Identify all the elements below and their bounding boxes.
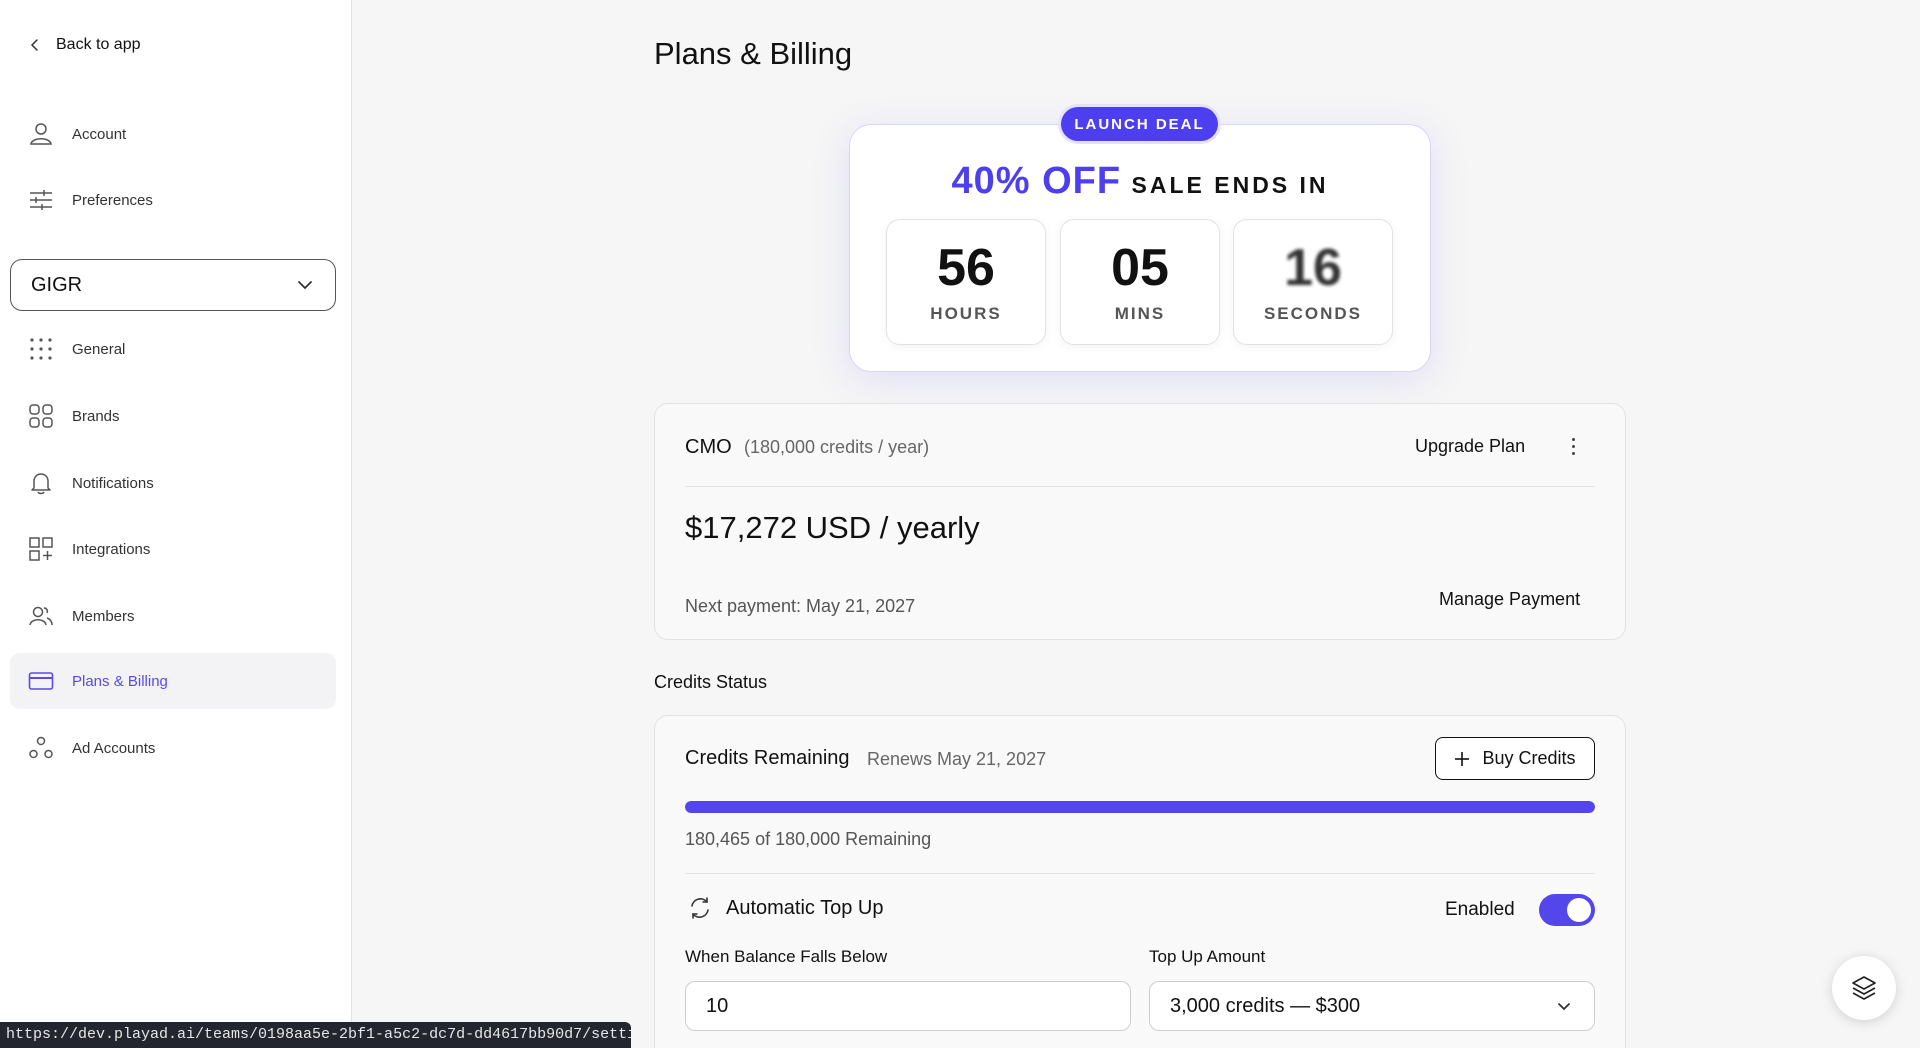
toggle-knob bbox=[1567, 898, 1591, 922]
plus-icon bbox=[1455, 751, 1470, 766]
sidebar-item-members[interactable]: Members bbox=[10, 588, 336, 644]
back-to-app-label: Back to app bbox=[56, 36, 141, 53]
amount-label: Top Up Amount bbox=[1149, 947, 1266, 966]
credits-renew-date: Renews May 21, 2027 bbox=[867, 749, 1047, 769]
credits-status-title: Credits Status bbox=[654, 672, 768, 692]
members-icon bbox=[29, 606, 53, 626]
sidebar-item-plans-billing[interactable]: Plans & Billing bbox=[10, 653, 336, 709]
sidebar-item-label: General bbox=[72, 340, 126, 358]
status-bar-url: https://dev.playad.ai/teams/0198aa5e-2bf… bbox=[0, 1022, 631, 1048]
sidebar-item-preferences[interactable]: Preferences bbox=[10, 172, 336, 228]
sidebar-item-label: Notifications bbox=[72, 474, 154, 492]
sidebar-item-brands[interactable]: Brands bbox=[10, 388, 336, 444]
sidebar-item-label: Ad Accounts bbox=[72, 739, 156, 757]
countdown-seconds: 16 SECONDS bbox=[1233, 219, 1393, 345]
countdown-hours: 56 HOURS bbox=[886, 219, 1046, 345]
credits-remaining-title: Credits Remaining bbox=[685, 747, 850, 769]
threshold-input[interactable]: 10 bbox=[685, 981, 1131, 1031]
integrations-icon bbox=[29, 537, 53, 561]
user-icon bbox=[30, 123, 52, 145]
top-up-amount-select[interactable]: 3,000 credits — $300 bbox=[1149, 981, 1595, 1031]
bell-icon bbox=[31, 473, 51, 495]
chevron-down-icon bbox=[298, 281, 312, 290]
credits-card: Credits Remaining Renews May 21, 2027 Bu… bbox=[654, 715, 1626, 1048]
sidebar-item-label: Account bbox=[72, 125, 127, 143]
sidebar-item-ad-accounts[interactable]: Ad Accounts bbox=[10, 720, 336, 776]
credits-remaining-text: 180,465 of 180,000 Remaining bbox=[685, 829, 932, 849]
launch-deal-badge: LAUNCH DEAL bbox=[1061, 107, 1218, 141]
settings-sidebar: Back to app Account Preferences GIGR Gen… bbox=[0, 0, 352, 1048]
threshold-label: When Balance Falls Below bbox=[685, 947, 888, 966]
countdown-label: SECONDS bbox=[1263, 304, 1363, 323]
sliders-icon bbox=[30, 190, 52, 210]
layers-button[interactable] bbox=[1832, 956, 1896, 1020]
automatic-top-up-title: Automatic Top Up bbox=[726, 897, 884, 919]
team-select[interactable]: GIGR bbox=[10, 259, 336, 311]
sidebar-item-label: Preferences bbox=[72, 191, 153, 209]
back-to-app-link[interactable]: Back to app bbox=[28, 36, 141, 54]
promo-discount: 40% OFF bbox=[951, 160, 1122, 202]
team-select-value: GIGR bbox=[31, 273, 83, 296]
divider bbox=[685, 486, 1595, 487]
countdown-label: HOURS bbox=[930, 304, 1002, 323]
buy-credits-label: Buy Credits bbox=[1482, 748, 1576, 768]
credits-progress-bar bbox=[685, 801, 1595, 813]
sidebar-item-account[interactable]: Account bbox=[10, 106, 336, 162]
brands-grid-icon bbox=[29, 404, 53, 428]
top-up-status-label: Enabled bbox=[1445, 899, 1515, 920]
upgrade-plan-link[interactable]: Upgrade Plan bbox=[1415, 436, 1525, 457]
divider bbox=[685, 873, 1595, 874]
buy-credits-button[interactable]: Buy Credits bbox=[1435, 737, 1595, 780]
credit-card-icon bbox=[28, 672, 54, 690]
sidebar-item-label: Plans & Billing bbox=[72, 672, 168, 690]
chevron-down-icon bbox=[1558, 1003, 1570, 1011]
manage-payment-link[interactable]: Manage Payment bbox=[1439, 589, 1580, 610]
sidebar-item-general[interactable]: General bbox=[10, 321, 336, 377]
threshold-input-value: 10 bbox=[706, 994, 729, 1017]
sidebar-item-integrations[interactable]: Integrations bbox=[10, 521, 336, 577]
sidebar-item-label: Integrations bbox=[72, 540, 151, 558]
layers-icon bbox=[1852, 976, 1876, 1000]
sidebar-item-notifications[interactable]: Notifications bbox=[10, 455, 336, 511]
sidebar-item-label: Members bbox=[72, 607, 135, 625]
page-title: Plans & Billing bbox=[654, 36, 853, 71]
countdown-value: 05 bbox=[1111, 239, 1169, 297]
plan-name: CMO bbox=[685, 436, 732, 458]
sidebar-item-label: Brands bbox=[72, 407, 120, 425]
countdown-value: 56 bbox=[937, 239, 995, 297]
more-options-icon[interactable] bbox=[1563, 432, 1583, 460]
plan-price: $17,272 USD / yearly bbox=[685, 510, 980, 545]
chevron-left-icon bbox=[30, 39, 38, 51]
current-plan-card: CMO (180,000 credits / year) Upgrade Pla… bbox=[654, 403, 1626, 640]
promo-ends-text: SALE ENDS IN bbox=[1131, 172, 1329, 198]
top-up-amount-value: 3,000 credits — $300 bbox=[1170, 994, 1361, 1017]
automatic-top-up-toggle[interactable] bbox=[1539, 894, 1595, 926]
promo-headline: 40% OFF SALE ENDS IN bbox=[849, 160, 1431, 203]
countdown-value: 16 bbox=[1284, 239, 1342, 297]
next-payment: Next payment: May 21, 2027 bbox=[685, 596, 916, 616]
countdown-mins: 05 MINS bbox=[1060, 219, 1220, 345]
refresh-icon bbox=[691, 897, 709, 919]
countdown-label: MINS bbox=[1114, 304, 1166, 323]
dots-grid-icon bbox=[30, 338, 52, 360]
credits-progress-fill bbox=[685, 801, 1595, 813]
ad-accounts-icon bbox=[29, 736, 53, 759]
plan-credits: (180,000 credits / year) bbox=[744, 437, 930, 457]
